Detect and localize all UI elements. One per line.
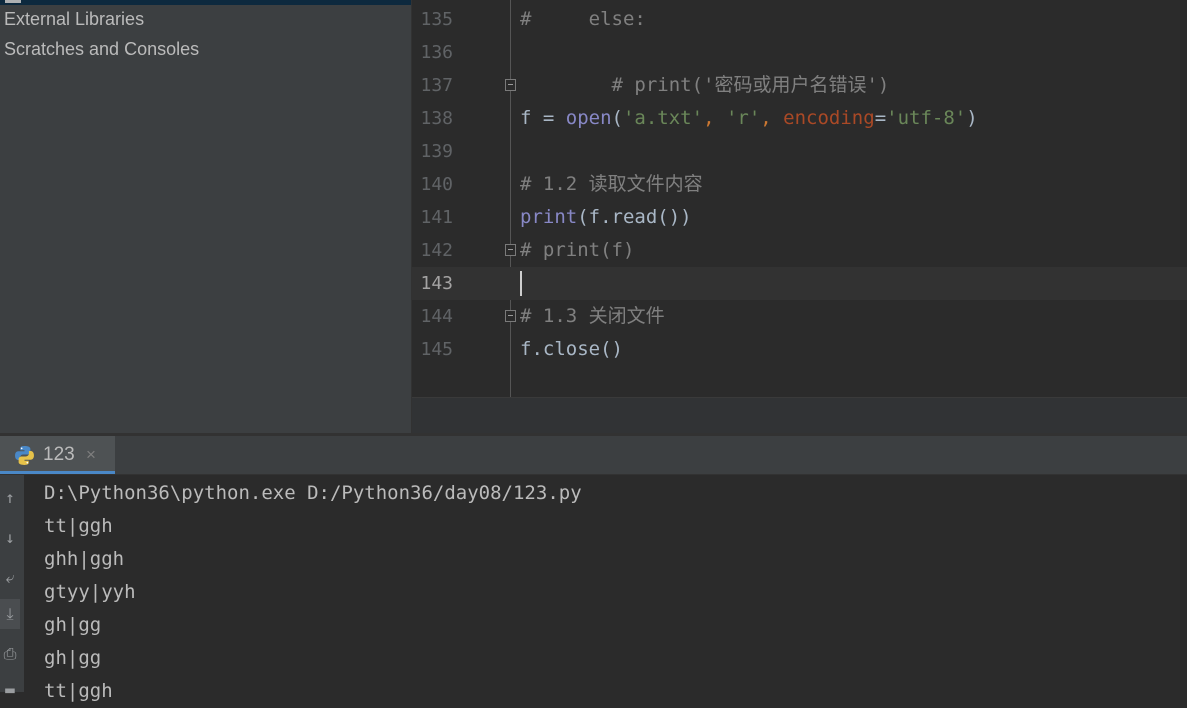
run-tab-bar: 123 ×: [0, 436, 1187, 474]
line-number: 143: [420, 273, 453, 294]
code-token: ,: [703, 107, 726, 129]
code-token: ): [966, 107, 978, 129]
code-line[interactable]: 138 f = open('a.txt', 'r', encoding='utf-…: [412, 102, 1187, 135]
scroll-to-end-icon[interactable]: ⤓: [0, 599, 20, 629]
line-number: 140: [420, 174, 453, 195]
folder-icon: [5, 0, 21, 3]
code-line[interactable]: 140 # 1.2 读取文件内容: [412, 168, 1187, 201]
code-token: open: [565, 107, 612, 129]
console-output-line: gh|gg: [44, 614, 102, 636]
console-output-line: gh|gg: [44, 647, 102, 669]
trash-icon[interactable]: ▬: [0, 675, 20, 705]
tree-item-scratches-and-consoles[interactable]: Scratches and Consoles: [4, 39, 199, 60]
line-number: 142: [420, 240, 453, 261]
code-line[interactable]: 137 # print('密码或用户名错误'): [412, 69, 1187, 102]
code-text: f.close(): [520, 333, 623, 366]
arrow-down-icon[interactable]: ↓: [0, 523, 20, 553]
code-token: ,: [760, 107, 784, 129]
code-token: 'r': [725, 107, 761, 129]
code-text: f = open('a.txt', 'r', encoding='utf-8'): [520, 102, 978, 135]
soft-wrap-icon[interactable]: ⤶: [0, 563, 20, 593]
line-number: 141: [420, 207, 453, 228]
print-icon[interactable]: ⎙: [0, 639, 20, 669]
run-toolbar: ↑ ↓ ⤶ ⤓ ⎙ ▬: [0, 475, 24, 699]
code-line[interactable]: 136: [412, 36, 1187, 69]
project-tree-panel: External Libraries Scratches and Console…: [0, 0, 411, 433]
code-token: 'utf-8': [886, 107, 967, 129]
console-output-line: gtyy|yyh: [44, 581, 136, 603]
console-output-line: tt|ggh: [44, 515, 113, 537]
code-token: (f.read()): [577, 206, 692, 228]
arrow-up-icon[interactable]: ↑: [0, 483, 20, 513]
code-token: encoding: [783, 107, 875, 129]
code-line[interactable]: 141 print(f.read()): [412, 201, 1187, 234]
editor-empty-area: [412, 397, 1187, 433]
code-token: 'a.txt': [622, 107, 704, 129]
code-text: # else:: [520, 3, 646, 36]
line-number: 139: [420, 141, 453, 162]
code-editor[interactable]: 135 # else: 136 137 # print('密码或用户名错误') 138 f…: [412, 0, 1187, 433]
code-text: # print('密码或用户名错误'): [520, 69, 890, 102]
line-number: 136: [420, 42, 453, 63]
console-output[interactable]: D:\Python36\python.exe D:/Python36/day08…: [24, 475, 1187, 702]
code-token: print: [520, 206, 578, 228]
fold-marker-icon[interactable]: [505, 244, 516, 256]
code-text: # 1.3 关闭文件: [520, 300, 665, 333]
code-token: (: [611, 107, 623, 129]
code-token: # 1.2 读取文件内容: [520, 173, 703, 195]
line-number: 145: [420, 339, 453, 360]
code-line[interactable]: 139: [412, 135, 1187, 168]
python-icon: [15, 446, 34, 465]
line-number: 144: [420, 306, 453, 327]
console-output-line: ghh|ggh: [44, 548, 125, 570]
code-line-current[interactable]: 143: [412, 267, 1187, 300]
code-text: # print(f): [520, 234, 634, 267]
line-number: 135: [420, 9, 453, 30]
run-tab-123[interactable]: 123 ×: [0, 436, 115, 474]
code-line[interactable]: 135 # else:: [412, 3, 1187, 36]
close-icon[interactable]: ×: [86, 445, 96, 465]
code-line[interactable]: 142 # print(f): [412, 234, 1187, 267]
code-token: # print('密码或用户名错误'): [520, 74, 890, 96]
text-caret: [520, 271, 522, 296]
run-tab-label: 123: [43, 444, 75, 465]
code-line[interactable]: 145 f.close(): [412, 333, 1187, 366]
code-token: f.close(): [520, 338, 623, 360]
code-text: print(f.read()): [520, 201, 692, 234]
console-command-line: D:\Python36\python.exe D:/Python36/day08…: [44, 482, 582, 504]
code-token: # 1.3 关闭文件: [520, 305, 665, 327]
code-token: f =: [520, 107, 566, 129]
fold-marker-icon[interactable]: [505, 310, 516, 322]
code-token: =: [874, 107, 887, 129]
fold-marker-icon[interactable]: [505, 79, 516, 91]
code-text: # 1.2 读取文件内容: [520, 168, 703, 201]
code-token: # else:: [520, 8, 646, 30]
line-number: 137: [420, 75, 453, 96]
line-number: 138: [420, 108, 453, 129]
tree-item-external-libraries[interactable]: External Libraries: [4, 9, 144, 30]
selected-tree-row[interactable]: [0, 0, 411, 5]
editor-bottom-border: [412, 397, 1187, 398]
code-token: # print(f): [520, 239, 635, 261]
code-line[interactable]: 144 # 1.3 关闭文件: [412, 300, 1187, 333]
